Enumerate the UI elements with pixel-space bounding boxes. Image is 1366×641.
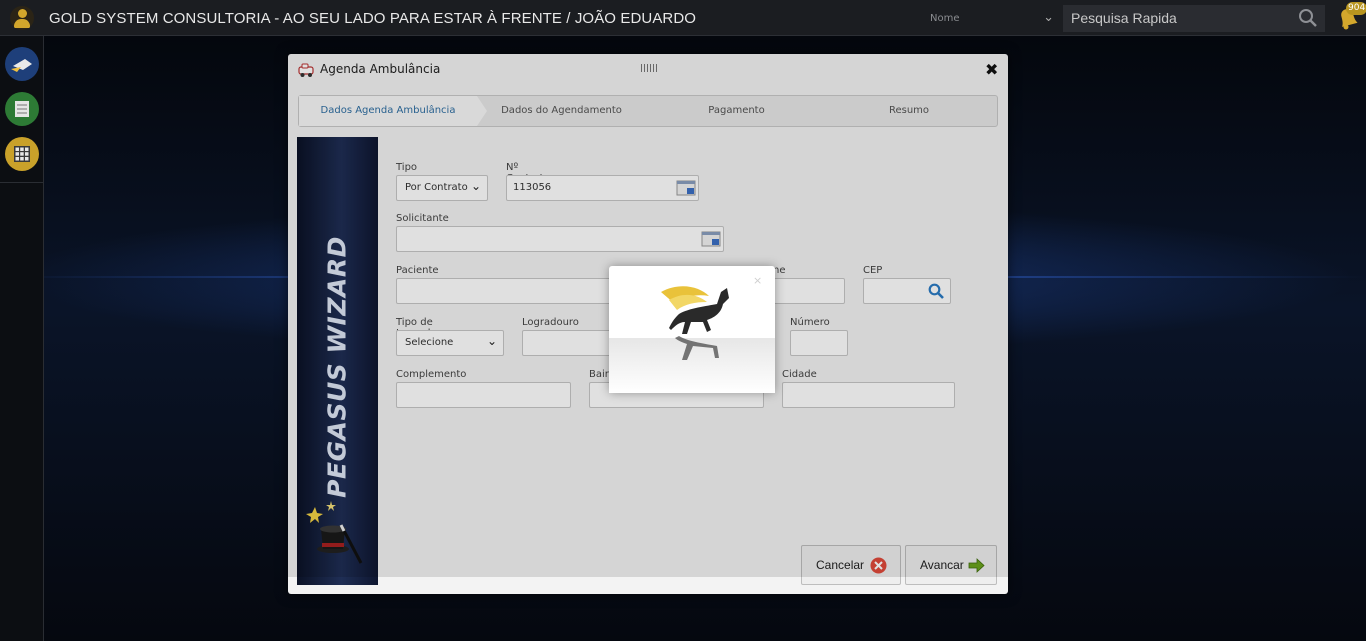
logradouro-input[interactable] [522, 330, 612, 356]
contrato-value: 113056 [513, 182, 552, 193]
numero-input[interactable] [790, 330, 848, 356]
step-resumo[interactable]: Resumo [874, 96, 944, 126]
sidebar-divider [0, 182, 43, 183]
sidebar-calendar-button[interactable] [5, 137, 39, 171]
chevron-down-icon: ⌄ [470, 179, 481, 193]
tipo-value: Por Contrato [405, 182, 468, 193]
search-field-select-value: Nome [930, 13, 960, 24]
close-icon[interactable]: ✖ [985, 60, 998, 79]
dialog-header[interactable]: Agenda Ambulância ✖ [288, 54, 1008, 88]
tipo-select[interactable]: Por Contrato ⌄ [396, 175, 488, 201]
solicitante-input[interactable] [396, 226, 724, 252]
tipo-label: Tipo [396, 162, 418, 173]
search-icon[interactable] [1298, 8, 1318, 28]
cancel-button-label: Cancelar [816, 558, 865, 572]
search-field-select[interactable]: Nome ⌄ [922, 8, 1058, 30]
step-pagamento[interactable]: Pagamento [694, 96, 779, 126]
paciente-input[interactable] [396, 278, 611, 304]
ambulance-icon [11, 59, 32, 72]
contrato-lookup-icon[interactable] [676, 180, 696, 196]
loader-close-icon[interactable]: × [753, 274, 762, 287]
cidade-input[interactable] [782, 382, 955, 408]
drag-handle[interactable] [641, 64, 657, 72]
next-button-label: Avancar [920, 558, 964, 572]
chevron-down-icon: ⌄ [486, 334, 497, 348]
tipo-logradouro-select[interactable]: Selecione ⌄ [396, 330, 504, 356]
complemento-input[interactable] [396, 382, 571, 408]
step-dados-agendamento[interactable]: Dados do Agendamento [494, 96, 629, 126]
ambulance-icon [298, 63, 314, 77]
top-bar: GOLD SYSTEM CONSULTORIA - AO SEU LADO PA… [0, 0, 1366, 36]
solicitante-lookup-icon[interactable] [701, 231, 721, 247]
cep-label: CEP [863, 265, 883, 276]
step-dados-agenda[interactable]: Dados Agenda Ambulância [299, 96, 487, 126]
next-button[interactable]: Avancar [905, 545, 997, 585]
cancel-button[interactable]: Cancelar [801, 545, 901, 585]
sidebar [0, 36, 44, 641]
logradouro-label: Logradouro [522, 317, 579, 328]
numero-label: Número [790, 317, 830, 328]
cep-search-icon[interactable] [928, 283, 944, 299]
magic-hat-icon [306, 501, 363, 564]
sidebar-list-button[interactable] [5, 92, 39, 126]
contrato-input[interactable]: 113056 [506, 175, 699, 201]
wizard-banner-text: PEGASUS WIZARD [322, 236, 352, 498]
tipo-logradouro-value: Selecione [405, 337, 454, 348]
sidebar-ambulance-button[interactable] [5, 47, 39, 81]
notification-badge: 904 [1346, 2, 1366, 15]
wizard-banner: PEGASUS WIZARD [297, 137, 378, 585]
telefone-input[interactable] [773, 278, 845, 304]
pegasus-icon [661, 286, 729, 360]
loading-popup: × [609, 266, 775, 393]
cidade-label: Cidade [782, 369, 817, 380]
cancel-icon [870, 557, 887, 574]
grid-calendar-icon [14, 146, 30, 162]
complemento-label: Complemento [396, 369, 467, 380]
paciente-label: Paciente [396, 265, 439, 276]
solicitante-label: Solicitante [396, 213, 449, 224]
wizard-steps: Dados Agenda Ambulância Dados do Agendam… [298, 95, 998, 127]
quick-search-input[interactable]: Pesquisa Rapida [1063, 5, 1325, 32]
app-title: GOLD SYSTEM CONSULTORIA - AO SEU LADO PA… [49, 10, 697, 27]
user-icon[interactable] [10, 6, 34, 30]
chevron-down-icon: ⌄ [1043, 10, 1054, 25]
dialog-title: Agenda Ambulância [320, 62, 441, 76]
list-icon [15, 101, 29, 117]
arrow-right-icon [968, 558, 985, 573]
cep-input[interactable] [863, 278, 951, 304]
